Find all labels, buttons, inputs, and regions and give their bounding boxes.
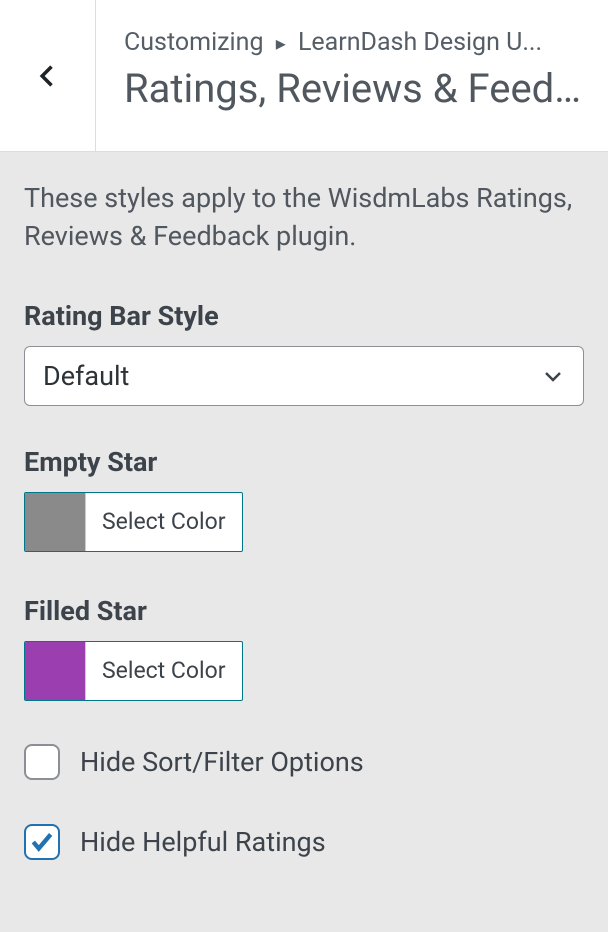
customizer-header: Customizing ▸ LearnDash Design U... Rati…	[0, 0, 608, 152]
hide-sort-filter-row: Hide Sort/Filter Options	[24, 744, 584, 780]
filled-star-swatch	[25, 642, 85, 700]
hide-helpful-label: Hide Helpful Ratings	[80, 826, 326, 858]
empty-star-color-picker[interactable]: Select Color	[24, 492, 243, 552]
empty-star-swatch	[25, 493, 85, 551]
back-button[interactable]	[0, 0, 96, 151]
chevron-down-icon	[541, 364, 565, 388]
panel-title: Ratings, Reviews & Feedb...	[124, 65, 584, 112]
check-icon	[29, 829, 55, 855]
hide-helpful-row: Hide Helpful Ratings	[24, 824, 584, 860]
filled-star-control: Filled Star Select Color	[24, 595, 584, 704]
empty-star-label: Empty Star	[24, 446, 584, 478]
hide-sort-filter-checkbox[interactable]	[24, 744, 60, 780]
select-value: Default	[43, 360, 541, 392]
header-text: Customizing ▸ LearnDash Design U... Rati…	[96, 0, 608, 151]
breadcrumb: Customizing ▸ LearnDash Design U...	[124, 28, 584, 57]
rating-bar-style-select[interactable]: Default	[24, 346, 584, 406]
select-color-button[interactable]: Select Color	[85, 493, 242, 551]
rating-bar-style-label: Rating Bar Style	[24, 300, 584, 332]
breadcrumb-prefix: Customizing	[124, 28, 263, 57]
breadcrumb-caret-icon: ▸	[276, 31, 286, 55]
select-color-button[interactable]: Select Color	[85, 642, 242, 700]
rating-bar-style-control: Rating Bar Style Default	[24, 300, 584, 406]
empty-star-control: Empty Star Select Color	[24, 446, 584, 555]
panel-description: These styles apply to the WisdmLabs Rati…	[24, 180, 584, 256]
filled-star-label: Filled Star	[24, 595, 584, 627]
panel-content: These styles apply to the WisdmLabs Rati…	[0, 152, 608, 932]
chevron-left-icon	[34, 62, 62, 90]
hide-helpful-checkbox[interactable]	[24, 824, 60, 860]
breadcrumb-section: LearnDash Design U...	[298, 28, 542, 57]
filled-star-color-picker[interactable]: Select Color	[24, 641, 243, 701]
hide-sort-filter-label: Hide Sort/Filter Options	[80, 746, 364, 778]
